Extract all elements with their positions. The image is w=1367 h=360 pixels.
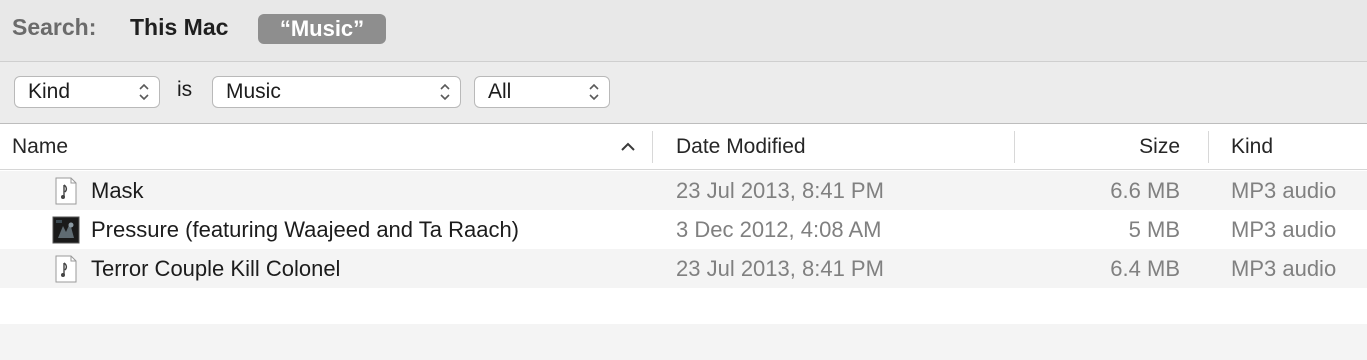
up-down-chevron-icon [589,83,599,101]
file-size: 5 MB [1128,217,1180,242]
file-date-modified: 23 Jul 2013, 8:41 PM [676,178,884,203]
up-down-chevron-icon [440,83,450,101]
scope-filter-popup[interactable]: All [474,76,610,108]
scope-filter-popup-value: All [488,80,512,103]
search-criteria-bar: Kind is Music All [0,62,1367,124]
empty-row [0,288,1367,324]
column-divider[interactable] [652,131,653,163]
attribute-popup[interactable]: Kind [14,76,160,108]
file-kind: MP3 audio [1231,217,1337,242]
file-row[interactable]: Pressure (featuring Waajeed and Ta Raach… [0,210,1367,249]
search-query-token[interactable]: “Music” [258,14,386,44]
column-header-date-modified[interactable]: Date Modified [676,124,806,170]
column-divider[interactable] [1208,131,1209,163]
sort-ascending-chevron-icon[interactable] [620,139,636,155]
empty-row [0,324,1367,360]
mp3-document-icon [55,177,77,205]
column-header-name[interactable]: Name [12,124,68,170]
file-size: 6.4 MB [1110,256,1180,281]
value-popup[interactable]: Music [212,76,461,108]
file-kind: MP3 audio [1231,178,1337,203]
column-header-size[interactable]: Size [1139,124,1180,170]
search-scope-bar: Search: This Mac “Music” [0,0,1367,62]
file-name: Pressure (featuring Waajeed and Ta Raach… [91,217,520,242]
search-scope-label: Search: [12,14,97,40]
file-row[interactable]: Terror Couple Kill Colonel 23 Jul 2013, … [0,249,1367,288]
file-size: 6.6 MB [1110,178,1180,203]
mp3-document-icon [55,255,77,283]
file-name: Mask [91,178,144,203]
scope-this-mac-button[interactable]: This Mac [130,14,228,41]
file-date-modified: 23 Jul 2013, 8:41 PM [676,256,884,281]
file-date-modified: 3 Dec 2012, 4:08 AM [676,217,882,242]
file-list: Mask 23 Jul 2013, 8:41 PM 6.6 MB MP3 aud… [0,171,1367,360]
column-divider[interactable] [1014,131,1015,163]
file-name: Terror Couple Kill Colonel [91,256,341,281]
file-kind: MP3 audio [1231,256,1337,281]
column-header: Name Date Modified Size Kind [0,124,1367,170]
column-header-kind[interactable]: Kind [1231,124,1273,170]
operator-label: is [177,78,193,101]
file-row[interactable]: Mask 23 Jul 2013, 8:41 PM 6.6 MB MP3 aud… [0,171,1367,210]
album-art-icon [52,216,80,244]
value-popup-value: Music [226,80,281,103]
up-down-chevron-icon [139,83,149,101]
attribute-popup-value: Kind [28,80,71,103]
